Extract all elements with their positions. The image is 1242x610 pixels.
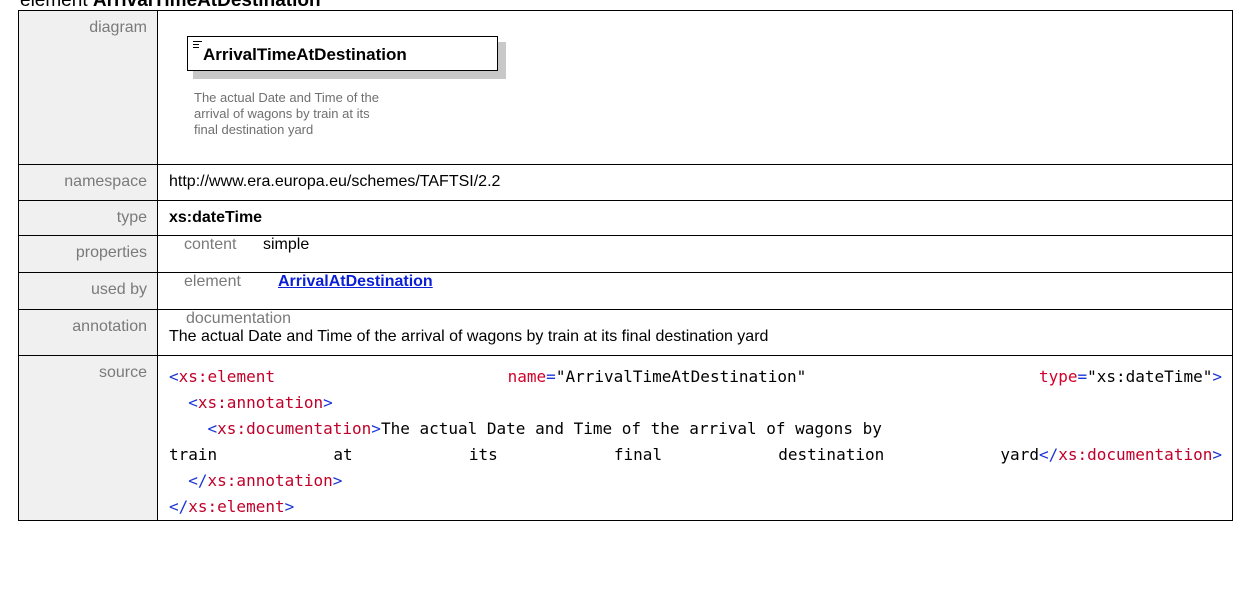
label-used-by: used by [18, 272, 158, 310]
row-properties: properties content simple [18, 235, 1233, 273]
element-diagram: ArrivalTimeAtDestination The actual Date… [158, 11, 1232, 159]
row-source: source <xs:element name="ArrivalTimeAtDes… [18, 355, 1233, 521]
src-doc-word: final [613, 445, 663, 464]
src-name-value: "ArrivalTimeAtDestination" [555, 367, 807, 386]
label-properties: properties [18, 235, 158, 273]
label-type: type [18, 200, 158, 236]
label-source: source [18, 355, 158, 521]
src-doc-word: yard [1000, 445, 1039, 464]
src-name-attr: name [507, 367, 547, 386]
element-box[interactable]: ArrivalTimeAtDestination [187, 36, 498, 71]
used-by-entry: element ArrivalAtDestination [169, 273, 1222, 291]
properties-key: content [184, 236, 237, 253]
element-list-icon [193, 41, 202, 50]
row-annotation: annotation documentation The actual Date… [18, 309, 1233, 356]
properties-cell: content simple [157, 235, 1233, 273]
src-type-attr: type [1038, 367, 1078, 386]
src-doc-text: The actual Date and Time of the arrival … [380, 419, 882, 438]
source-line-3: <xs:documentation>The actual Date and Ti… [207, 419, 882, 438]
source-code: <xs:element name="ArrivalTimeAtDestinatio… [157, 355, 1233, 521]
label-diagram: diagram [18, 10, 158, 165]
row-diagram: diagram ArrivalTimeAtDestination The act… [18, 10, 1233, 165]
properties-entry: content simple [169, 236, 1222, 254]
src-doc-word: at [333, 445, 353, 464]
diagram-documentation: The actual Date and Time of the arrival … [194, 90, 514, 138]
row-used-by: used by element ArrivalAtDestination [18, 272, 1233, 310]
diagram-doc-line: arrival of wagons by train at its [194, 106, 370, 121]
src-doc-word: train [169, 445, 218, 464]
element-box-name: ArrivalTimeAtDestination [203, 45, 407, 64]
source-line-4: train at its final destination yard</xs:docum… [169, 442, 1222, 468]
row-namespace: namespace http://www.era.europa.eu/schem… [18, 164, 1233, 201]
src-element-tag: xs:element [178, 367, 275, 386]
used-by-key: element [184, 273, 241, 290]
source-line-6: </xs:element > [169, 494, 1222, 520]
namespace-value: http://www.era.europa.eu/schemes/TAFTSI/… [157, 164, 1233, 201]
source-line-5: </xs:annotation > [169, 468, 1222, 494]
properties-value: simple [263, 236, 310, 253]
src-annotation-tag: xs:annotation [197, 393, 324, 412]
src-type-value: "xs:dateTime" [1087, 367, 1213, 386]
src-element-close-tag: xs:element [188, 497, 285, 516]
src-documentation-close-tag: xs:documentation [1058, 445, 1213, 464]
src-annotation-close-tag: xs:annotation [207, 471, 333, 490]
used-by-link[interactable]: ArrivalAtDestination [278, 273, 433, 291]
src-doc-word: destination [778, 445, 885, 464]
type-value: xs:dateTime [157, 200, 1233, 236]
annotation-cell: documentation The actual Date and Time o… [157, 309, 1233, 356]
used-by-cell: element ArrivalAtDestination [157, 272, 1233, 310]
source-line-1: <xs:element name="ArrivalTimeAtDestinatio… [169, 367, 1222, 386]
diagram-cell: ArrivalTimeAtDestination The actual Date… [157, 10, 1233, 165]
element-properties-table: diagram ArrivalTimeAtDestination The act… [18, 10, 1233, 521]
label-namespace: namespace [18, 164, 158, 201]
src-documentation-tag: xs:documentation [217, 419, 372, 438]
annotation-key: documentation [186, 310, 291, 327]
src-doc-word: its [468, 445, 498, 464]
diagram-doc-line: final destination yard [194, 122, 314, 137]
source-line-2: < xs:annotation > [169, 390, 1222, 416]
label-annotation: annotation [18, 309, 158, 356]
diagram-doc-line: The actual Date and Time of the [194, 90, 379, 105]
row-type: type xs:dateTime [18, 200, 1233, 236]
annotation-text: The actual Date and Time of the arrival … [169, 328, 769, 345]
